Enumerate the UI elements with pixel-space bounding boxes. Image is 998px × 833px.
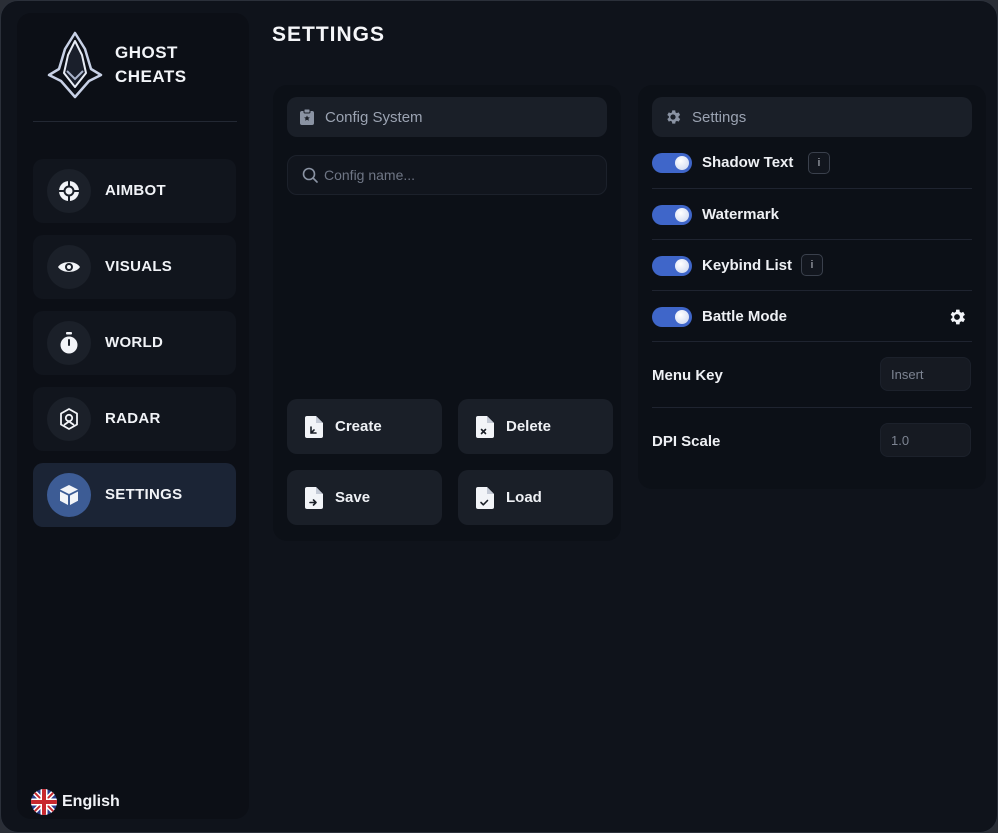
save-button[interactable]: Save [287, 470, 442, 525]
file-check-icon [476, 486, 494, 509]
menu-key-field [880, 357, 971, 391]
delete-button[interactable]: Delete [458, 399, 613, 454]
load-button[interactable]: Load [458, 470, 613, 525]
sidebar-item-radar[interactable]: RADAR [33, 387, 236, 451]
uk-flag-icon [31, 789, 57, 815]
file-import-icon [305, 415, 323, 438]
create-button[interactable]: Create [287, 399, 442, 454]
menu-key-input[interactable] [891, 366, 966, 382]
stopwatch-icon [47, 321, 91, 365]
watermark-toggle[interactable] [652, 205, 692, 225]
gear-icon [667, 110, 681, 124]
ghost-logo-icon [47, 31, 103, 99]
keybind-list-label: Keybind List [702, 257, 793, 274]
battle-mode-toggle[interactable] [652, 307, 692, 327]
config-panel-title: Config System [325, 108, 423, 126]
brand-logo: GHOST CHEATS [45, 31, 235, 101]
sidebar-item-label: WORLD [105, 334, 164, 351]
keybind-list-toggle[interactable] [652, 256, 692, 276]
sidebar: GHOST CHEATS AIMBOT VISUALS WORLD RADAR … [17, 13, 249, 819]
brand-name: GHOST CHEATS [115, 41, 245, 89]
search-icon [302, 167, 318, 183]
toggle-knob [675, 208, 689, 222]
config-panel: Config System Create Delete [273, 85, 621, 541]
dpi-scale-input[interactable] [891, 432, 966, 448]
sidebar-item-visuals[interactable]: VISUALS [33, 235, 236, 299]
save-label: Save [335, 489, 371, 506]
sidebar-item-label: RADAR [105, 410, 161, 427]
dpi-scale-label: DPI Scale [652, 433, 721, 450]
sidebar-item-label: AIMBOT [105, 182, 166, 199]
crosshair-icon [47, 169, 91, 213]
radar-icon [47, 397, 91, 441]
sidebar-item-aimbot[interactable]: AIMBOT [33, 159, 236, 223]
brand-line-2: CHEATS [115, 67, 187, 86]
setting-row-menu-key: Menu Key [652, 342, 972, 408]
config-panel-header: Config System [287, 97, 607, 137]
sidebar-item-world[interactable]: WORLD [33, 311, 236, 375]
toggle-knob [675, 310, 689, 324]
menu-key-label: Menu Key [652, 367, 723, 384]
watermark-label: Watermark [702, 206, 779, 223]
setting-row-keybind-list: Keybind List i [652, 240, 972, 291]
shadow-text-info-icon[interactable]: i [808, 152, 830, 174]
create-label: Create [335, 418, 382, 435]
shadow-text-label: Shadow Text [702, 154, 794, 171]
load-label: Load [506, 489, 542, 506]
brand-line-1: GHOST [115, 43, 178, 62]
battle-mode-gear-icon[interactable] [947, 307, 967, 327]
battle-mode-label: Battle Mode [702, 308, 788, 325]
file-export-icon [305, 486, 323, 509]
setting-row-shadow-text: Shadow Text i [652, 145, 972, 189]
dpi-scale-field [880, 423, 971, 457]
sidebar-item-label: SETTINGS [105, 486, 183, 503]
setting-row-battle-mode: Battle Mode [652, 291, 972, 342]
file-delete-icon [476, 415, 494, 438]
sidebar-item-settings[interactable]: SETTINGS [33, 463, 236, 527]
language-selector[interactable]: English [31, 789, 120, 815]
box-icon [47, 473, 91, 517]
settings-panel-header: Settings [652, 97, 972, 137]
sidebar-divider [33, 121, 237, 122]
language-label: English [62, 793, 120, 810]
setting-row-dpi-scale: DPI Scale [652, 408, 972, 474]
shadow-text-toggle[interactable] [652, 153, 692, 173]
delete-label: Delete [506, 418, 552, 435]
keybind-list-info-icon[interactable]: i [801, 254, 823, 276]
clipboard-icon [300, 108, 314, 125]
config-name-input[interactable] [324, 167, 594, 183]
config-search-box [287, 155, 607, 195]
app-window: GHOST CHEATS AIMBOT VISUALS WORLD RADAR … [0, 0, 998, 833]
toggle-knob [675, 156, 689, 170]
settings-panel-title: Settings [692, 108, 747, 126]
sidebar-item-label: VISUALS [105, 258, 173, 275]
toggle-knob [675, 259, 689, 273]
setting-row-watermark: Watermark [652, 189, 972, 240]
eye-icon [47, 245, 91, 289]
page-title: SETTINGS [272, 23, 386, 46]
settings-panel: Settings Shadow Text i Watermark Keybind… [638, 85, 986, 489]
